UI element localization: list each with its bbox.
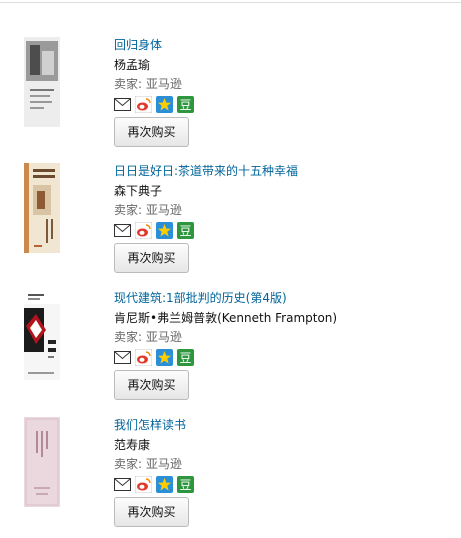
svg-text:豆: 豆 bbox=[179, 98, 191, 112]
seller-label: 卖家: 亚马逊 bbox=[114, 77, 182, 91]
book-title-link[interactable]: 回归身体 bbox=[114, 37, 454, 54]
douban-icon[interactable]: 豆 bbox=[177, 349, 194, 366]
email-icon[interactable] bbox=[114, 222, 131, 239]
email-icon[interactable] bbox=[114, 96, 131, 113]
order-item: 回归身体 杨孟瑜 卖家: 亚马逊 豆 再次购买 bbox=[24, 37, 461, 162]
douban-icon[interactable]: 豆 bbox=[177, 476, 194, 493]
email-icon[interactable] bbox=[114, 349, 131, 366]
svg-text:豆: 豆 bbox=[179, 224, 191, 238]
rebuy-button[interactable]: 再次购买 bbox=[114, 497, 189, 527]
svg-text:豆: 豆 bbox=[179, 478, 191, 492]
book-author: 范寿康 bbox=[114, 438, 151, 452]
share-bar: 豆 bbox=[114, 476, 454, 493]
book-author: 杨孟瑜 bbox=[114, 58, 151, 72]
douban-icon[interactable]: 豆 bbox=[177, 222, 194, 239]
top-divider bbox=[0, 2, 461, 3]
weibo-icon[interactable] bbox=[135, 96, 152, 113]
share-bar: 豆 bbox=[114, 96, 454, 113]
douban-icon[interactable]: 豆 bbox=[177, 96, 194, 113]
order-item: 日日是好日:茶道带来的十五种幸福 森下典子 卖家: 亚马逊 豆 再次购买 bbox=[24, 163, 461, 288]
book-title-link[interactable]: 日日是好日:茶道带来的十五种幸福 bbox=[114, 163, 454, 180]
seller-label: 卖家: 亚马逊 bbox=[114, 330, 182, 344]
seller-label: 卖家: 亚马逊 bbox=[114, 457, 182, 471]
qzone-icon[interactable] bbox=[156, 349, 173, 366]
seller-label: 卖家: 亚马逊 bbox=[114, 203, 182, 217]
order-item: 我们怎样读书 范寿康 卖家: 亚马逊 豆 再次购买 bbox=[24, 417, 461, 538]
book-author: 肯尼斯•弗兰姆普敦(Kenneth Frampton) bbox=[114, 311, 338, 325]
weibo-icon[interactable] bbox=[135, 222, 152, 239]
email-icon[interactable] bbox=[114, 476, 131, 493]
share-bar: 豆 bbox=[114, 222, 454, 239]
book-cover[interactable] bbox=[24, 163, 60, 253]
qzone-icon[interactable] bbox=[156, 222, 173, 239]
rebuy-button[interactable]: 再次购买 bbox=[114, 243, 189, 273]
book-author: 森下典子 bbox=[114, 184, 163, 198]
qzone-icon[interactable] bbox=[156, 96, 173, 113]
rebuy-button[interactable]: 再次购买 bbox=[114, 370, 189, 400]
book-title-link[interactable]: 我们怎样读书 bbox=[114, 417, 454, 434]
book-title-link[interactable]: 现代建筑:1部批判的历史(第4版) bbox=[114, 290, 454, 307]
weibo-icon[interactable] bbox=[135, 349, 152, 366]
book-cover[interactable] bbox=[24, 37, 60, 127]
weibo-icon[interactable] bbox=[135, 476, 152, 493]
book-cover[interactable] bbox=[24, 290, 60, 380]
order-item: 现代建筑:1部批判的历史(第4版) 肯尼斯•弗兰姆普敦(Kenneth Fram… bbox=[24, 290, 461, 415]
svg-text:豆: 豆 bbox=[179, 351, 191, 365]
rebuy-button[interactable]: 再次购买 bbox=[114, 117, 189, 147]
book-cover[interactable] bbox=[24, 417, 60, 507]
share-bar: 豆 bbox=[114, 349, 454, 366]
qzone-icon[interactable] bbox=[156, 476, 173, 493]
